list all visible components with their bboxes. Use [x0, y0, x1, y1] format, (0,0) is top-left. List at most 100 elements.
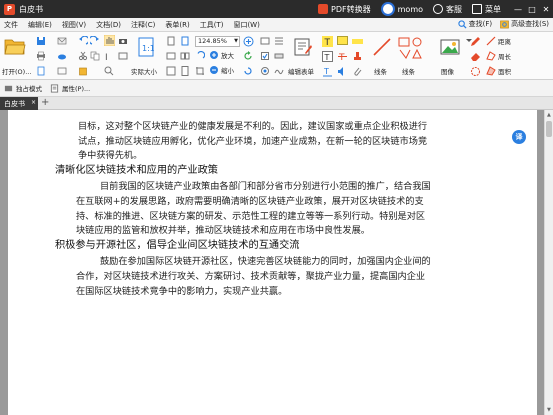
distance-tool-button[interactable]: 距离 — [486, 36, 511, 46]
menu-form[interactable]: 表单(R) — [165, 20, 189, 30]
image-tool-button[interactable]: 图像 — [438, 34, 462, 78]
perimeter-tool-button[interactable]: 周长 — [486, 51, 511, 61]
save-icon[interactable] — [36, 36, 46, 46]
scan-icon[interactable] — [57, 66, 67, 76]
attachment-icon[interactable] — [352, 66, 363, 77]
snapshot-icon[interactable] — [118, 51, 128, 61]
highlight-icon[interactable] — [352, 36, 363, 47]
typewriter-icon[interactable]: T — [322, 36, 333, 47]
paragraph-line: 鼓励在参加国际区块链开源社区，快速完善区块链能力的同时，加强国内企业间的 — [100, 256, 431, 267]
radio-field-icon[interactable] — [260, 66, 270, 76]
image-tool-label: 图像 — [441, 68, 454, 76]
translate-float-button[interactable]: 译 — [512, 130, 526, 144]
new-tab-button[interactable]: + — [41, 97, 49, 110]
perimeter-label: 周长 — [498, 53, 511, 61]
cloud-icon[interactable] — [57, 51, 67, 61]
zoom-in-button[interactable]: 放大 — [209, 50, 234, 60]
paste-icon[interactable] — [78, 66, 88, 76]
momo-button[interactable]: momo — [380, 2, 423, 16]
continuous-icon[interactable] — [180, 66, 190, 76]
find-button[interactable]: 查找(F) — [457, 19, 492, 29]
email-icon[interactable] — [57, 36, 67, 46]
edit-form-button[interactable]: 编辑表单 — [288, 34, 318, 78]
zoom-level-select[interactable]: 124.85% ▼ — [195, 36, 240, 47]
scroll-up-icon[interactable]: ▲ — [547, 112, 551, 118]
vertical-scrollbar[interactable]: ▲ ▼ — [544, 110, 553, 415]
line-tool-icon — [373, 38, 391, 56]
pdf-converter-button[interactable]: PDF转换器 — [318, 4, 371, 15]
pencil-icon[interactable] — [470, 36, 481, 47]
stamp-icon[interactable] — [352, 51, 363, 62]
scrollbar-thumb[interactable] — [546, 121, 552, 137]
standalone-mode-icon — [4, 85, 13, 91]
two-page-icon[interactable] — [180, 51, 190, 61]
redo-circle-icon[interactable] — [243, 66, 253, 76]
app-logo-icon: P — [4, 3, 15, 15]
menu-file[interactable]: 文件 — [4, 20, 18, 30]
crop-icon[interactable] — [195, 66, 205, 76]
strikeout-icon[interactable]: T — [337, 51, 348, 62]
undo-icon[interactable] — [78, 36, 88, 46]
menu-view[interactable]: 视图(V) — [62, 20, 86, 30]
close-window-button[interactable]: ✕ — [539, 0, 553, 18]
single-page-icon[interactable] — [180, 36, 190, 46]
properties-button[interactable]: 属性(P)... — [50, 83, 90, 93]
menu-edit[interactable]: 编辑(E) — [28, 20, 52, 30]
menu-button[interactable]: 菜单 — [472, 4, 501, 15]
menu-tools[interactable]: 工具(T) — [200, 20, 224, 30]
line-tool-button[interactable]: 线条 — [368, 34, 396, 78]
redo-icon[interactable] — [90, 36, 100, 46]
scroll-down-icon[interactable]: ▼ — [547, 407, 551, 413]
note-icon[interactable] — [337, 36, 348, 47]
shape-tool-label: 线条 — [402, 68, 415, 76]
menu-comment[interactable]: 注释(C) — [131, 20, 155, 30]
section-heading: 清晰化区块链技术和应用的产业政策 — [55, 165, 218, 176]
signature-field-icon[interactable] — [274, 66, 284, 76]
cut-icon[interactable] — [78, 51, 88, 61]
shape-tool-button[interactable]: 线条 — [396, 34, 426, 78]
print-icon[interactable] — [36, 51, 46, 61]
cloud-shape-icon[interactable] — [470, 66, 481, 77]
text-field-icon[interactable] — [260, 36, 270, 46]
fit-visible-icon[interactable] — [166, 66, 176, 76]
zoom-select-icon[interactable] — [104, 66, 114, 76]
standalone-mode-button[interactable]: 独占模式 — [4, 83, 42, 93]
list-field-icon[interactable] — [274, 36, 284, 46]
document-icon[interactable] — [36, 66, 46, 76]
eraser-icon[interactable] — [470, 51, 481, 62]
select-text-icon[interactable]: I — [104, 51, 114, 61]
minimize-button[interactable]: — — [511, 0, 525, 18]
camera-icon[interactable] — [118, 36, 128, 46]
secondary-toolbar: 独占模式 属性(P)... — [0, 80, 553, 97]
document-tab[interactable]: 白皮书 × — [0, 97, 38, 110]
sound-icon[interactable] — [337, 66, 348, 77]
menu-window[interactable]: 窗口(W) — [233, 20, 259, 30]
maximize-button[interactable]: □ — [525, 0, 539, 18]
refresh-icon[interactable] — [243, 51, 253, 61]
standalone-mode-label: 独占模式 — [16, 85, 42, 93]
fit-page-icon[interactable] — [166, 36, 176, 46]
zoom-in-circle-icon[interactable] — [243, 36, 254, 47]
service-button[interactable]: 客服 — [433, 4, 462, 15]
copy-icon[interactable] — [90, 51, 100, 61]
search-icon — [457, 19, 467, 29]
actual-size-button[interactable]: 1:1 实际大小 — [131, 34, 160, 78]
checkbox-field-icon[interactable] — [260, 51, 270, 61]
area-tool-button[interactable]: 面积 — [486, 66, 511, 76]
advanced-find-button[interactable]: 高级查找(S) — [500, 19, 549, 29]
button-field-icon[interactable] — [274, 51, 284, 61]
rotate-left-icon[interactable] — [195, 51, 205, 61]
shapes-icon — [398, 37, 422, 59]
document-viewport[interactable]: 目标，这对整个区块链产业的健康发展是不利的。因此，建议国家或重点企业积极进行 试… — [0, 110, 544, 415]
headset-icon — [433, 4, 443, 14]
fit-width-icon[interactable] — [166, 51, 176, 61]
zoom-out-button[interactable]: 缩小 — [209, 65, 234, 75]
textbox-icon[interactable]: T — [322, 51, 333, 62]
area-label: 面积 — [498, 68, 511, 76]
underline-icon[interactable]: T — [322, 66, 333, 77]
open-button[interactable]: 打开(O)... — [2, 34, 31, 78]
tab-close-icon[interactable]: × — [31, 99, 36, 106]
hand-tool-icon[interactable] — [104, 35, 115, 46]
paragraph-line: 块链应用的监管和放权并举，推动区块链技术和应用在市场中良性发展。 — [76, 225, 370, 236]
menu-document[interactable]: 文档(D) — [96, 20, 121, 30]
